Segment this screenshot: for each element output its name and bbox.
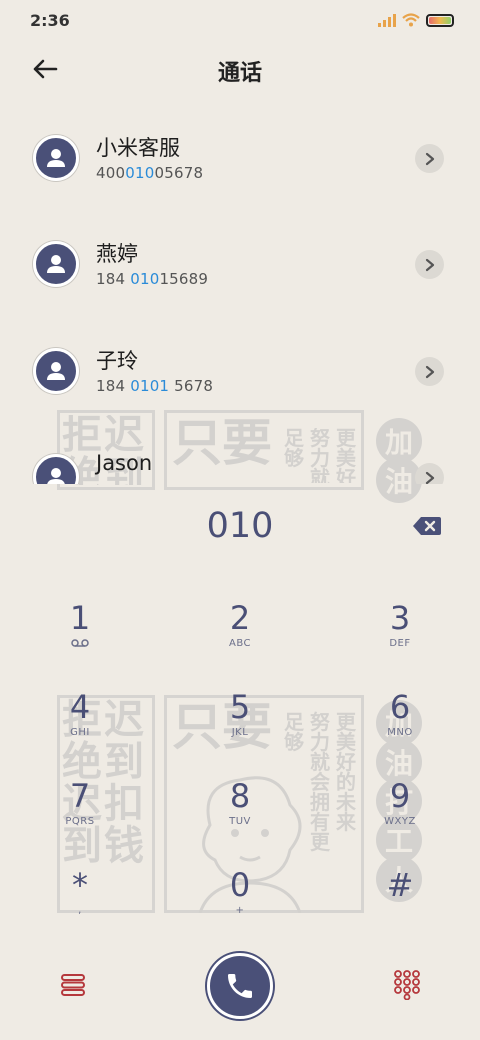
deco-char: 努: [310, 710, 330, 734]
contact-row[interactable]: 小米客服 40001005678: [0, 104, 480, 210]
contact-name: 子玲: [96, 349, 138, 373]
key-letters: PQRS: [65, 816, 95, 827]
dial-key[interactable]: *,: [20, 865, 140, 939]
battery-fill: [429, 16, 451, 24]
key-letters: MNO: [387, 727, 413, 738]
backspace-icon: [413, 517, 441, 535]
status-bar: 2:36: [0, 0, 480, 40]
dial-key[interactable]: 1: [20, 598, 140, 672]
number-prefix: 400: [96, 164, 126, 182]
deco-char: 更: [310, 830, 330, 854]
deco-char: 拥: [310, 790, 330, 814]
key-digit: 9: [389, 777, 411, 815]
wifi-icon: [402, 13, 420, 27]
deco-char: 就: [310, 750, 330, 774]
person-icon: [47, 468, 65, 484]
dial-input[interactable]: 010: [0, 506, 480, 546]
call-button[interactable]: [207, 953, 273, 1019]
dial-key[interactable]: 8 TUV: [180, 776, 300, 850]
key-digit: 1: [69, 599, 91, 637]
key-letters: ABC: [228, 638, 251, 649]
number-prefix: 184: [96, 377, 131, 395]
phone-icon: [228, 974, 252, 998]
key-digit: 7: [69, 777, 91, 815]
key-letters: GHI: [70, 727, 90, 738]
deco-char: 有: [310, 810, 330, 834]
dial-key[interactable]: 4 GHI: [20, 687, 140, 761]
contact-number: 184 0101 5678: [96, 377, 213, 395]
signal-icon: [378, 13, 396, 27]
key-letters: JKL: [231, 727, 249, 738]
chevron-right-icon: [425, 258, 434, 271]
key-letters: ,: [78, 905, 82, 916]
dial-key[interactable]: 2 ABC: [180, 598, 300, 672]
contact-row[interactable]: 燕婷 184 01015689: [0, 210, 480, 316]
contact-row[interactable]: 子玲 184 0101 5678: [0, 317, 480, 423]
number-match: 0101: [130, 377, 170, 395]
chevron-right-icon: [425, 471, 434, 484]
deco-char: 会: [310, 770, 330, 794]
backspace-button[interactable]: [412, 514, 442, 538]
key-letters: WXYZ: [384, 816, 416, 827]
dial-key[interactable]: 9 WXYZ: [340, 776, 460, 850]
number-suffix: 15689: [159, 270, 209, 288]
key-digit: 3: [389, 599, 411, 637]
contact-detail-button[interactable]: [415, 250, 444, 279]
avatar: [33, 241, 79, 287]
key-digit: #: [386, 866, 414, 904]
chevron-right-icon: [425, 152, 434, 165]
dial-key[interactable]: 3 DEF: [340, 598, 460, 672]
person-icon: [47, 255, 65, 273]
status-icons: [378, 13, 454, 27]
key-digit: *: [72, 866, 88, 904]
contact-detail-button[interactable]: [415, 463, 444, 484]
contact-number: 40001005678: [96, 164, 203, 182]
key-digit: 8: [229, 777, 251, 815]
key-digit: 2: [229, 599, 251, 637]
contact-row[interactable]: Jason: [0, 423, 480, 484]
status-time: 2:36: [30, 11, 70, 30]
dial-key[interactable]: 5 JKL: [180, 687, 300, 761]
number-suffix: 5678: [169, 377, 214, 395]
voicemail-icon: [71, 638, 89, 652]
contact-detail-button[interactable]: [415, 144, 444, 173]
key-letters: TUV: [229, 816, 251, 827]
chevron-right-icon: [425, 365, 434, 378]
deco-char: 力: [310, 730, 330, 754]
contact-number: 184 01015689: [96, 270, 208, 288]
avatar: [33, 135, 79, 181]
avatar: [33, 348, 79, 394]
number-match: 010: [125, 164, 155, 182]
number-suffix: 05678: [154, 164, 204, 182]
dialpad-icon: [394, 970, 420, 1001]
key-digit: 0: [229, 866, 251, 904]
dial-key[interactable]: 0 +: [180, 865, 300, 939]
number-prefix: 184: [96, 270, 131, 288]
dial-key[interactable]: 7 PQRS: [20, 776, 140, 850]
dial-key[interactable]: #: [340, 865, 460, 939]
key-digit: 5: [229, 688, 251, 726]
battery-icon: [426, 13, 454, 27]
key-letters: +: [235, 905, 245, 916]
contact-name: 小米客服: [96, 136, 180, 160]
key-digit: 6: [389, 688, 411, 726]
page-title: 通话: [217, 61, 262, 86]
number-match: 010: [130, 270, 160, 288]
menu-icon: [61, 974, 85, 996]
contact-detail-button[interactable]: [415, 357, 444, 386]
person-icon: [47, 149, 65, 167]
contact-name: Jason: [96, 451, 153, 475]
key-letters: DEF: [389, 638, 411, 649]
contact-list: 小米客服 40001005678 燕婷 184 01015689 子玲 184 0101 …: [0, 104, 480, 484]
person-icon: [47, 362, 65, 380]
dial-key[interactable]: 6 MNO: [340, 687, 460, 761]
key-digit: 4: [69, 688, 91, 726]
avatar: [33, 454, 79, 484]
keypad-toggle-button[interactable]: [393, 970, 421, 1001]
contact-name: 燕婷: [96, 242, 138, 266]
menu-button[interactable]: [58, 970, 88, 1000]
